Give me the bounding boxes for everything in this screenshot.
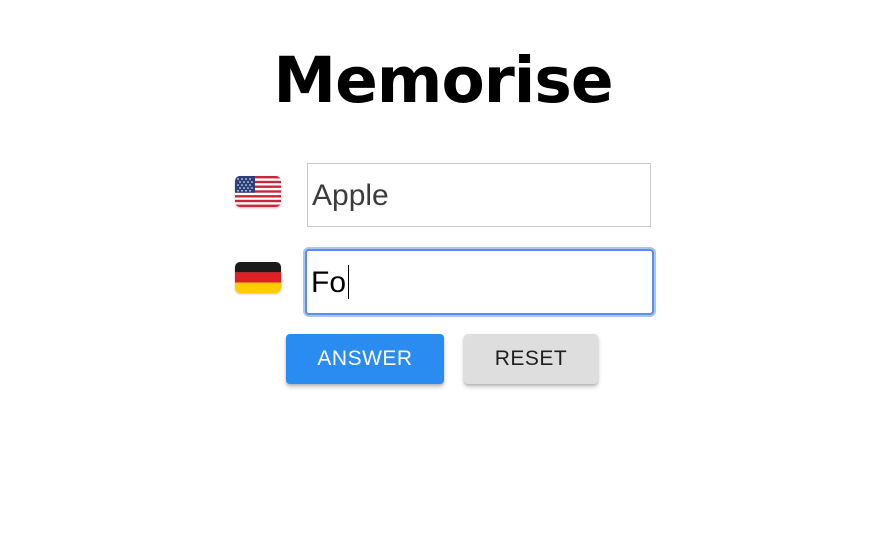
page-title: Memorise: [273, 44, 613, 117]
germany-flag-icon: [235, 262, 281, 293]
memorise-app: Memorise Apple Fo ANSWER RESET: [0, 0, 890, 558]
answer-input[interactable]: [305, 249, 654, 315]
source-word-field[interactable]: [307, 163, 651, 227]
answer-button[interactable]: ANSWER: [286, 334, 444, 384]
reset-button[interactable]: RESET: [464, 334, 598, 384]
us-flag-icon: [235, 176, 281, 207]
text-caret: [348, 265, 349, 299]
